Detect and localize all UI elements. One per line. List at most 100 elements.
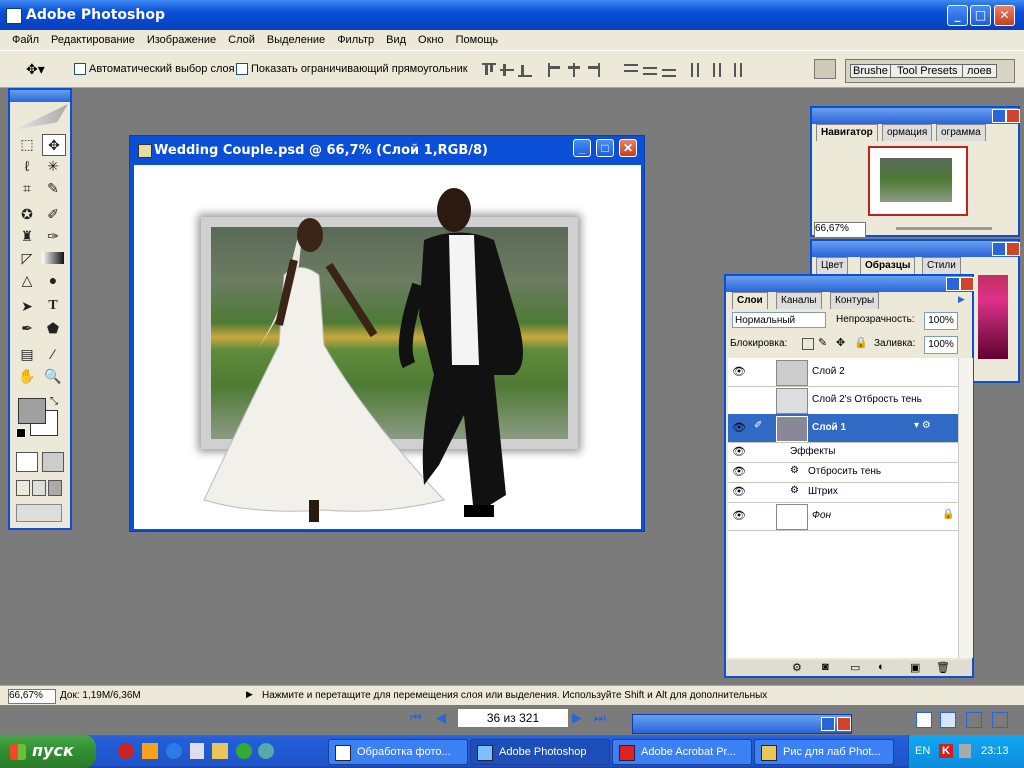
eraser-tool-icon[interactable]: ◸ (16, 248, 38, 268)
swatches-close-button[interactable] (1006, 242, 1020, 256)
blur-tool-icon[interactable]: △ (16, 270, 38, 290)
marquee-tool-icon[interactable]: ⬚ (16, 134, 38, 154)
kaspersky-icon[interactable]: K (939, 744, 953, 758)
gradient-tool-icon[interactable] (42, 252, 64, 264)
distribute-right-icon[interactable] (728, 63, 742, 77)
taskbar-item-word[interactable]: Обработка фото... (328, 739, 468, 765)
navigator-panel-header[interactable] (812, 108, 1018, 124)
navigator-minimize-button[interactable] (992, 109, 1006, 123)
foreground-color-swatch[interactable] (18, 398, 46, 424)
menu-image[interactable]: Изображение (141, 34, 222, 46)
layers-menu-icon[interactable]: ▶ (958, 294, 965, 305)
swatches-panel-header[interactable] (812, 241, 1018, 257)
effect-stroke-row[interactable]: 👁 ⚙ Штрих (728, 482, 958, 503)
menu-filter[interactable]: Фильтр (331, 34, 380, 46)
tab-info[interactable]: ормация (882, 124, 933, 141)
notes-tool-icon[interactable]: ▤ (16, 344, 38, 364)
eyedropper-tool-icon[interactable]: ⁄ (42, 344, 64, 364)
distribute-center-icon[interactable] (643, 63, 657, 77)
layers-panel-header[interactable] (726, 276, 972, 292)
tab-swatches[interactable]: Образцы (860, 257, 916, 274)
effect-drop-shadow-row[interactable]: 👁 ⚙ Отбросить тень (728, 462, 958, 483)
tab-paths[interactable]: Контуры (830, 292, 880, 309)
view-continuous-icon[interactable] (940, 712, 956, 728)
doc-icon[interactable] (190, 743, 204, 759)
taskbar-item-photoshop[interactable]: Adobe Photoshop (470, 739, 610, 765)
taskbar-item-folder[interactable]: Рис для лаб Phot... (754, 739, 894, 765)
well-tab-tool-presets[interactable]: Tool Presets (890, 64, 965, 78)
menu-file[interactable]: Файл (6, 34, 45, 46)
settings-icon[interactable] (258, 743, 274, 759)
magic-wand-tool-icon[interactable]: ✳ (42, 156, 64, 176)
distribute-left-icon[interactable] (690, 63, 704, 77)
layers-minimize-button[interactable] (946, 277, 960, 291)
layer-row-sloy2-shadow[interactable]: Слой 2's Отбрость тень (728, 386, 958, 415)
move-tool-icon[interactable]: ✥ (42, 134, 66, 156)
tab-layers[interactable]: Слои (732, 292, 768, 309)
path-selection-icon[interactable]: ➤ (16, 296, 38, 316)
play-icon[interactable] (236, 743, 252, 759)
adjustment-layer-icon[interactable]: ◐ (878, 661, 885, 673)
distribute-hcenter-icon[interactable] (709, 63, 723, 77)
menu-select[interactable]: Выделение (261, 34, 331, 46)
first-page-icon[interactable]: ⏮ (410, 710, 422, 726)
menu-edit[interactable]: Редактирование (45, 34, 141, 46)
healing-brush-icon[interactable]: ✪ (16, 204, 38, 224)
tab-color[interactable]: Цвет (816, 257, 849, 274)
view-grid-icon[interactable] (966, 712, 982, 728)
align-left-icon[interactable] (548, 63, 562, 77)
view-single-icon[interactable] (916, 712, 932, 728)
add-mask-icon[interactable]: ◙ (822, 661, 829, 673)
app-titlebar[interactable]: Adobe Photoshop _ □ ✕ (0, 0, 1024, 30)
new-layer-icon[interactable]: ▣ (910, 661, 920, 674)
align-vcenter-icon[interactable] (500, 63, 514, 77)
align-right-icon[interactable] (586, 63, 600, 77)
view-grid2-icon[interactable] (992, 712, 1008, 728)
move-tool-icon[interactable]: ✥▾ (26, 61, 45, 78)
media-icon[interactable] (142, 743, 158, 759)
distribute-top-icon[interactable] (624, 63, 638, 77)
effects-toggle-icon[interactable]: ▾ ⚙ (914, 420, 931, 431)
next-page-icon[interactable]: ▶ (572, 710, 582, 726)
lock-all-icon[interactable]: 🔒 (854, 336, 868, 349)
pen-tool-icon[interactable]: ✒ (16, 318, 38, 338)
show-bounds-checkbox[interactable]: Показать ограничивающий прямоугольник (236, 63, 468, 76)
tab-styles[interactable]: Стили (922, 257, 961, 274)
visibility-eye-icon[interactable]: 👁 (730, 507, 748, 525)
minimize-button[interactable]: _ (947, 5, 968, 26)
visibility-eye-icon[interactable]: 👁 (730, 443, 748, 461)
doc-minimize-button[interactable]: _ (573, 139, 591, 157)
navigator-thumbnail[interactable] (868, 146, 968, 216)
default-colors-icon[interactable] (16, 428, 26, 438)
navigator-zoom-field[interactable]: 66,67% (814, 222, 866, 238)
start-button[interactable]: пуск (0, 735, 96, 768)
layers-scrollbar[interactable] (958, 358, 973, 658)
visibility-eye-icon[interactable]: 👁 (730, 419, 748, 437)
shape-tool-icon[interactable]: ⬟ (42, 318, 64, 338)
auto-select-checkbox[interactable]: Автоматический выбор слоя (74, 63, 235, 76)
navigator-close-button[interactable] (1006, 109, 1020, 123)
mini-close-icon[interactable] (837, 717, 851, 731)
navigator-zoom-slider[interactable] (896, 227, 992, 230)
viewer-mini-window[interactable] (632, 714, 852, 734)
menu-window[interactable]: Окно (412, 34, 450, 46)
tab-histogram[interactable]: ограмма (936, 124, 986, 141)
feather-logo-icon[interactable] (14, 104, 68, 130)
page-counter[interactable]: 36 из 321 (458, 709, 568, 727)
visibility-eye-icon[interactable]: 👁 (730, 363, 748, 381)
lock-move-icon[interactable]: ✥ (836, 336, 845, 349)
folder-icon[interactable] (212, 743, 228, 759)
screen-mode-full-icon[interactable] (48, 480, 62, 496)
crop-tool-icon[interactable]: ⌗ (16, 178, 38, 198)
dodge-tool-icon[interactable]: ● (42, 270, 64, 290)
close-button[interactable]: ✕ (994, 5, 1015, 26)
opacity-field[interactable]: 100% (924, 312, 958, 330)
layers-close-button[interactable] (960, 277, 974, 291)
layer-row-sloy2[interactable]: 👁 Слой 2 (728, 358, 958, 387)
file-browser-icon[interactable] (814, 59, 836, 79)
doc-close-button[interactable]: ✕ (619, 139, 637, 157)
zoom-tool-icon[interactable]: 🔍 (42, 366, 64, 386)
opera-icon[interactable] (118, 743, 134, 759)
menu-layer[interactable]: Слой (222, 34, 261, 46)
link-layers-icon[interactable]: ⚙ (792, 661, 802, 674)
